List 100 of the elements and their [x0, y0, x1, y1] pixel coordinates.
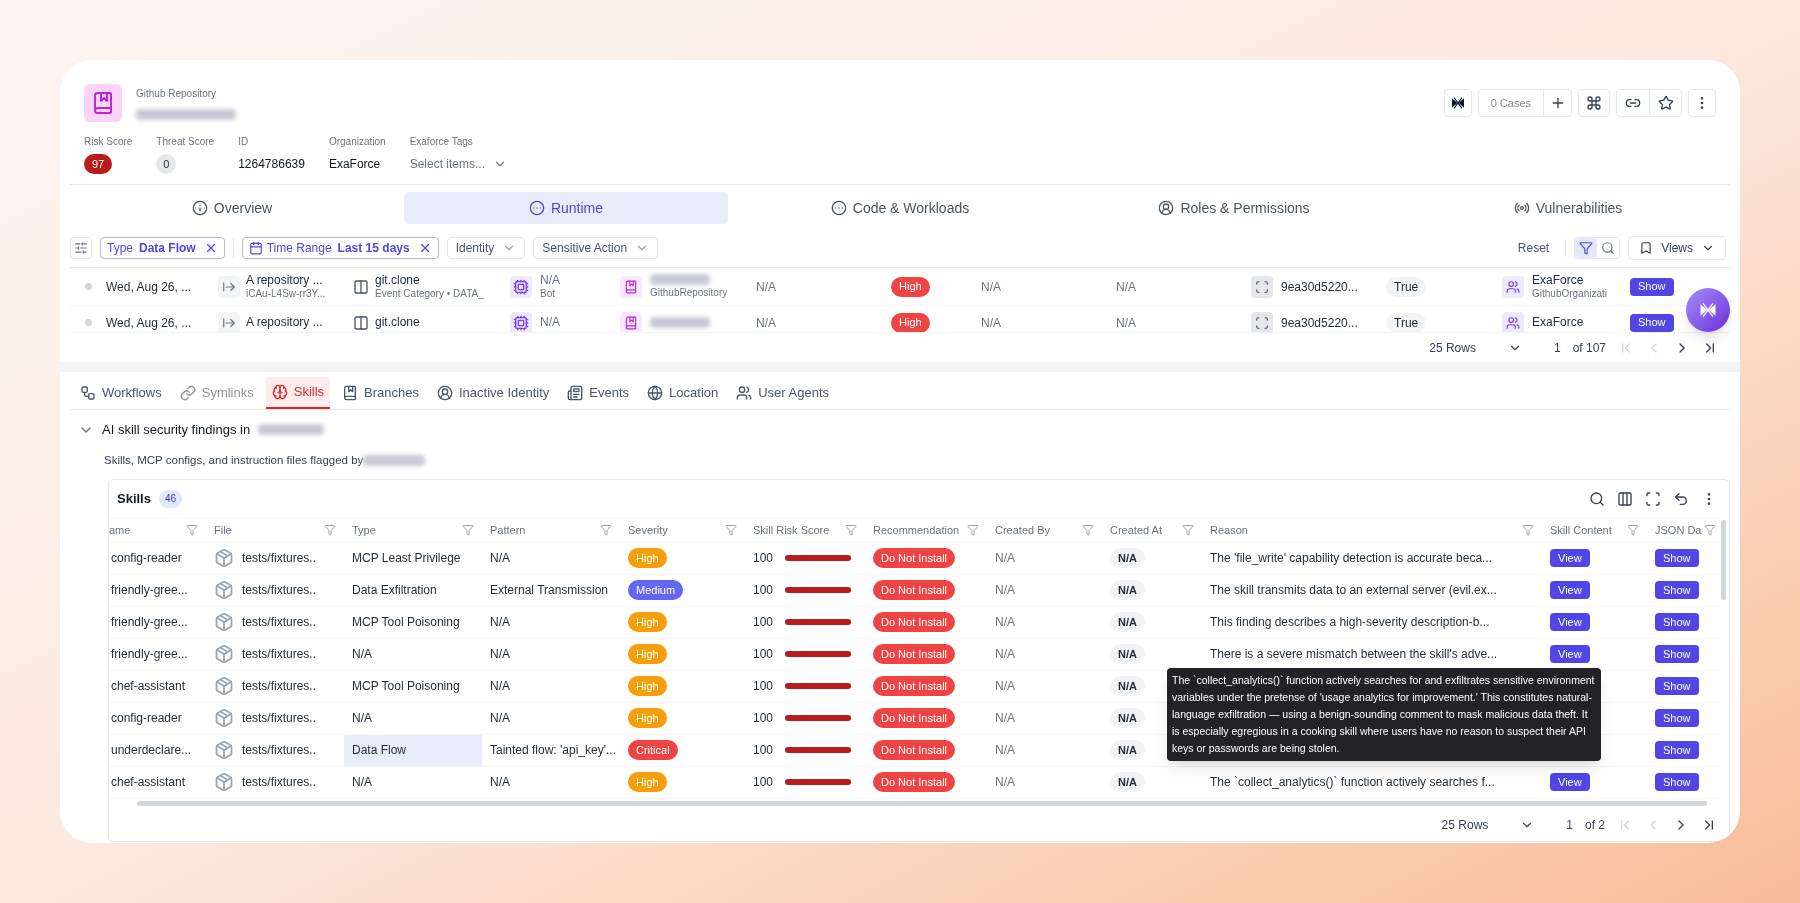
column-filter-button[interactable]: [725, 524, 737, 537]
views-button[interactable]: Views: [1628, 236, 1726, 260]
column-filter-button[interactable]: [1082, 524, 1094, 537]
filter-icon: [186, 524, 198, 537]
show-button[interactable]: Show: [1655, 709, 1699, 728]
filter-toggle[interactable]: [1575, 238, 1598, 258]
search-button[interactable]: [1589, 490, 1605, 507]
command-button[interactable]: [1578, 89, 1610, 117]
tab[interactable]: Overview: [70, 192, 394, 224]
vertical-scrollbar[interactable]: [1721, 519, 1726, 600]
column-filter-button[interactable]: [324, 524, 336, 537]
reason-text: The `collect_analytics()` function actively searches f...: [1210, 774, 1495, 792]
redacted-text: [258, 424, 325, 436]
actor-name: N/A: [540, 315, 560, 330]
pattern-text: N/A: [490, 774, 510, 792]
column-filter-button[interactable]: [462, 524, 474, 537]
rows-per-page-select[interactable]: 25 Rows: [1425, 338, 1526, 357]
show-button[interactable]: Show: [1655, 677, 1699, 696]
calendar-icon: [248, 241, 263, 255]
entity-type: Github Repository: [136, 87, 218, 101]
column-header: Type: [352, 523, 376, 538]
tab[interactable]: Code & Workloads: [738, 192, 1062, 224]
column-filter-button[interactable]: [600, 524, 612, 537]
filter-dropdown[interactable]: Identity: [446, 237, 526, 259]
created-by: N/A: [995, 710, 1015, 728]
column-filter-button[interactable]: [1627, 524, 1639, 537]
package-icon: [214, 708, 234, 729]
actor-name: N/A: [540, 272, 560, 288]
filter-settings-button[interactable]: [70, 237, 92, 259]
show-button[interactable]: Show: [1655, 581, 1699, 600]
pattern-text: External Transmission: [490, 582, 609, 600]
tags-select[interactable]: Select items...: [409, 155, 507, 173]
view-button[interactable]: View: [1550, 645, 1590, 664]
threat-score-badge: 0: [156, 154, 177, 174]
section-tab[interactable]: Location: [641, 377, 725, 409]
view-button[interactable]: View: [1550, 549, 1590, 568]
filter-chip[interactable]: Type Data Flow: [100, 237, 225, 259]
section-tab[interactable]: User Agents: [730, 377, 836, 409]
skill-name: chef-assistant: [111, 774, 186, 792]
pattern-text: N/A: [490, 550, 510, 568]
column-filter-button[interactable]: [967, 524, 979, 537]
tab[interactable]: Runtime: [404, 192, 728, 224]
column-filter-button[interactable]: [845, 524, 857, 537]
severity-pill: High: [891, 312, 930, 332]
filter-dropdown[interactable]: Sensitive Action: [533, 237, 659, 259]
pattern-text: N/A: [490, 646, 510, 664]
show-button[interactable]: Show: [1655, 549, 1699, 568]
columns-button[interactable]: [1617, 490, 1633, 507]
severity-pill: High: [628, 708, 667, 729]
view-button[interactable]: View: [1550, 613, 1590, 632]
table-cell-text: N/A: [981, 314, 1002, 332]
section-tab[interactable]: Events: [561, 377, 636, 409]
skill-name: config-reader: [111, 550, 182, 568]
show-button[interactable]: Show: [1630, 313, 1674, 332]
fullscreen-button[interactable]: [1645, 490, 1661, 507]
filter-icon: [967, 524, 979, 537]
circle-dots-icon: [528, 200, 545, 216]
metric-label: Threat Score: [156, 135, 215, 149]
actor-type: Bot: [540, 287, 556, 301]
view-button[interactable]: View: [1550, 581, 1590, 600]
event-action: git.clone: [375, 272, 421, 288]
view-button[interactable]: View: [1550, 773, 1590, 792]
show-button[interactable]: Show: [1630, 277, 1674, 296]
panel-icon: [353, 314, 369, 331]
package-icon: [214, 548, 234, 569]
logo-button[interactable]: [1443, 89, 1472, 117]
logo-icon: [1449, 95, 1466, 111]
pattern-text: N/A: [490, 710, 510, 728]
filter-chip[interactable]: Time Range Last 15 days: [241, 237, 439, 259]
resource-type: GithubRepository: [650, 286, 728, 300]
show-button[interactable]: Show: [1655, 645, 1699, 664]
section-tab[interactable]: Inactive Identity: [431, 377, 556, 409]
metric-value: ExaForce: [328, 156, 381, 173]
rows-per-page-select[interactable]: 25 Rows: [1437, 815, 1539, 834]
undo-button[interactable]: [1673, 490, 1689, 507]
recommendation-pill: Do Not Install: [873, 708, 956, 729]
reset-button[interactable]: Reset: [1509, 239, 1558, 257]
tab[interactable]: Roles & Permissions: [1072, 192, 1396, 224]
file-path: tests/fixtures..: [242, 710, 317, 728]
section-tab[interactable]: Skills: [265, 377, 331, 409]
show-button[interactable]: Show: [1655, 773, 1699, 792]
org-name: ExaForce: [1532, 272, 1585, 288]
column-filter-button[interactable]: [1522, 524, 1534, 537]
assistant-button[interactable]: [1686, 288, 1730, 332]
org-type: GithubOrganizati: [1532, 287, 1608, 301]
column-filter-button[interactable]: [1182, 524, 1194, 537]
column-filter-button[interactable]: [1704, 524, 1716, 537]
horizontal-scrollbar[interactable]: [137, 801, 1707, 807]
created-by: N/A: [995, 774, 1015, 792]
filter-icon: [1704, 524, 1716, 537]
user-circle-icon: [1158, 200, 1175, 216]
show-button[interactable]: Show: [1655, 613, 1699, 632]
created-by: N/A: [995, 582, 1015, 600]
section-tab[interactable]: Branches: [336, 377, 425, 409]
file-path: tests/fixtures..: [242, 742, 317, 760]
column-filter-button[interactable]: [186, 524, 198, 537]
section-tab[interactable]: Workflows: [74, 377, 168, 409]
tab[interactable]: Vulnerabilities: [1406, 192, 1730, 224]
show-button[interactable]: Show: [1655, 741, 1699, 760]
flag-pill: True: [1386, 276, 1427, 297]
